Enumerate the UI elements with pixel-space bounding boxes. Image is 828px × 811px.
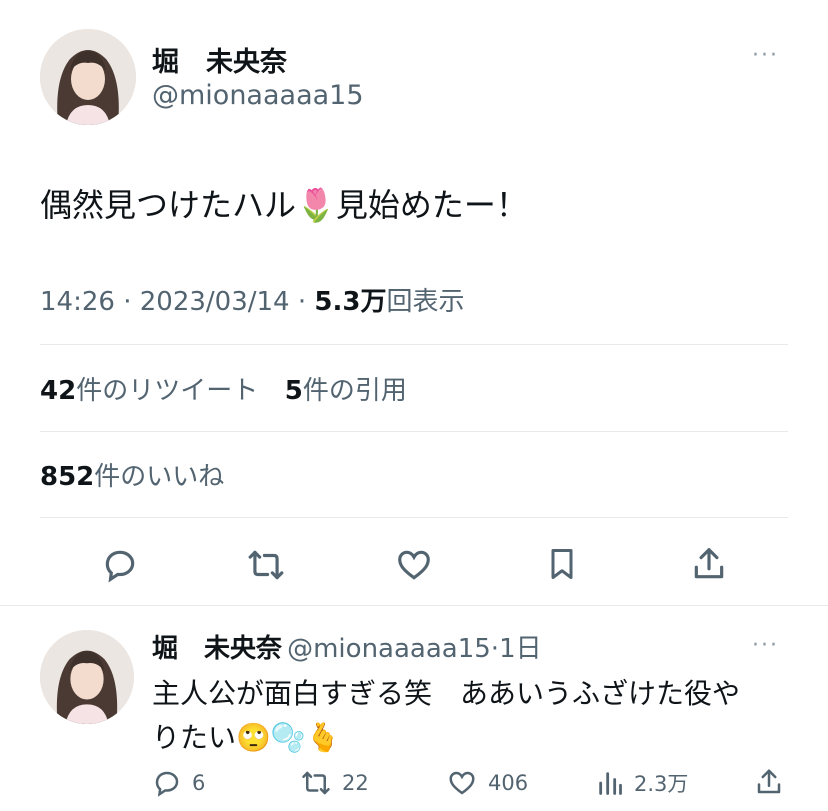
views-count: 5.3万 xyxy=(314,287,387,317)
likes-link[interactable]: 852件のいいね xyxy=(40,456,224,493)
quotes-count: 5 xyxy=(284,376,303,406)
reply-retweets-count: 22 xyxy=(342,771,369,795)
author-handle[interactable]: @mionaaaaa15 xyxy=(152,80,364,111)
retweets-label: 件のリツイート xyxy=(76,376,259,406)
reply-share-icon[interactable] xyxy=(754,766,784,798)
reply-more-icon[interactable]: ··· xyxy=(752,633,779,658)
share-icon[interactable] xyxy=(690,544,728,584)
reply-text-line2: りたい🙄🫧🫰 xyxy=(152,721,341,754)
tweet-meta: 14:26 · 2023/03/14 · 5.3万回表示 xyxy=(40,281,464,318)
reply-author-handle[interactable]: @mionaaaaa15 xyxy=(287,634,491,664)
meta-separator-2: · xyxy=(297,287,307,317)
tweet-text: 偶然見つけたハル🌷見始めたー！ xyxy=(40,180,528,226)
divider xyxy=(40,517,788,518)
likes-label: 件のいいね xyxy=(94,462,225,492)
bookmark-icon[interactable] xyxy=(544,544,580,584)
divider xyxy=(0,605,828,606)
divider xyxy=(40,431,788,432)
reply-text: 主人公が面白すぎる笑 ああいうふざけた役や りたい🙄🫧🫰 xyxy=(152,672,740,760)
reply-action-replies[interactable]: 6 xyxy=(152,768,205,798)
retweet-icon xyxy=(300,768,332,798)
reply-icon xyxy=(152,768,182,798)
reply-author-avatar[interactable] xyxy=(40,630,134,724)
tweet-text-part1: 偶然見つけたハル xyxy=(40,186,297,224)
reply-author-name[interactable]: 堀 未央奈 xyxy=(152,634,282,664)
reply-icon[interactable] xyxy=(101,546,139,584)
likes-count: 852 xyxy=(40,462,95,492)
reply-action-likes[interactable]: 406 xyxy=(446,768,528,798)
author-avatar[interactable] xyxy=(40,29,136,125)
tweet-date[interactable]: 2023/03/14 xyxy=(140,287,290,317)
meta-separator: · xyxy=(123,287,132,317)
reply-text-line1: 主人公が面白すぎる笑 ああいうふざけた役や xyxy=(152,677,741,710)
retweet-quote-stats: 42件のリツイート 5件の引用 xyxy=(40,370,407,407)
tweet-text-part2: 見始めたー！ xyxy=(335,186,528,224)
reply-age[interactable]: 1日 xyxy=(499,634,542,664)
like-icon[interactable] xyxy=(394,546,434,584)
author-name[interactable]: 堀 未央奈 xyxy=(152,40,287,79)
reply-views-count: 2.3万 xyxy=(634,772,689,796)
reply-separator: · xyxy=(490,634,500,664)
retweet-icon[interactable] xyxy=(246,546,286,584)
retweets-count: 42 xyxy=(40,376,77,406)
replies-count: 6 xyxy=(192,771,206,795)
reply-likes-count: 406 xyxy=(488,771,529,795)
views-label: 回表示 xyxy=(386,287,465,317)
like-icon xyxy=(446,768,478,798)
reply-header: 堀 未央奈 @mionaaaaa15·1日 xyxy=(152,628,542,665)
more-icon[interactable]: ··· xyxy=(752,43,779,68)
retweets-link[interactable]: 42件のリツイート xyxy=(40,376,258,406)
views-icon xyxy=(596,768,624,798)
tweet-time[interactable]: 14:26 xyxy=(40,287,115,317)
divider xyxy=(40,344,788,345)
quotes-link[interactable]: 5件の引用 xyxy=(285,376,407,406)
quotes-label: 件の引用 xyxy=(302,376,407,406)
reply-action-retweets[interactable]: 22 xyxy=(300,768,369,798)
reply-action-views[interactable]: 2.3万 xyxy=(596,768,688,798)
tulip-emoji: 🌷 xyxy=(296,186,336,224)
